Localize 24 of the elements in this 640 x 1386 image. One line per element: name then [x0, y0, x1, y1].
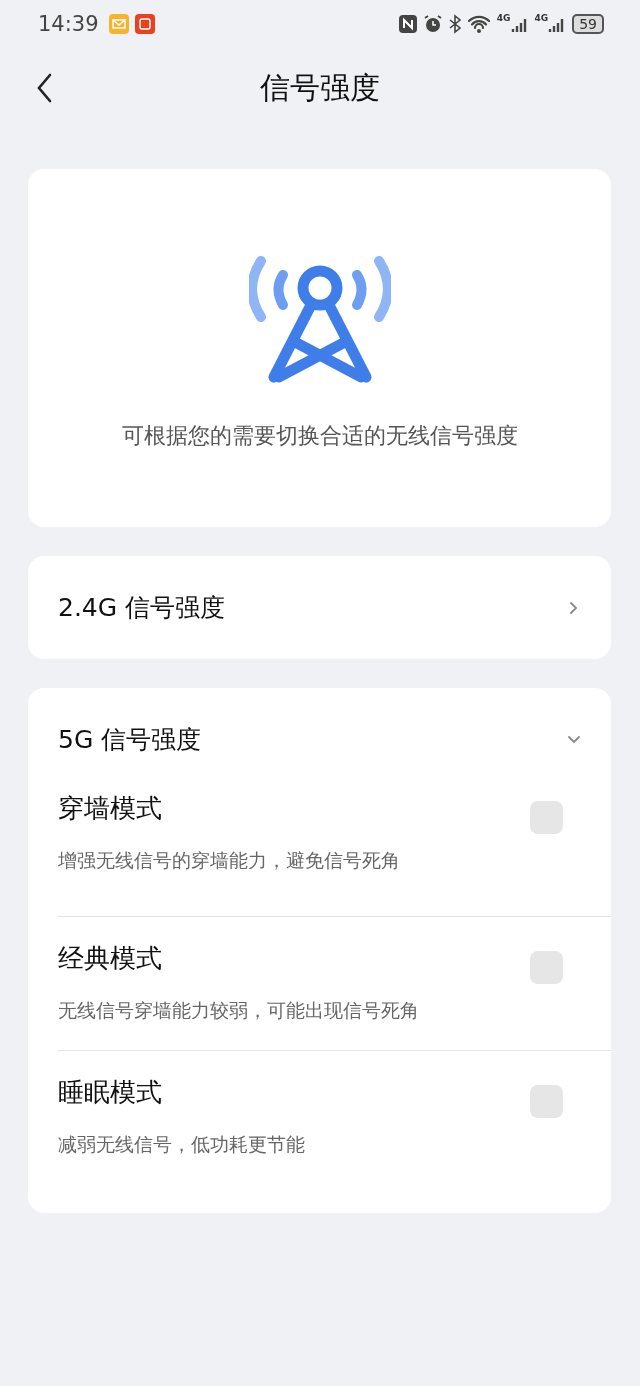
mode-name: 睡眠模式 [58, 1076, 163, 1109]
band-label[interactable]: 5G 信号强度 [58, 723, 567, 756]
band-label[interactable]: 2.4G 信号强度 [58, 591, 567, 624]
battery-level: 59 [572, 14, 604, 34]
bluetooth-icon [448, 14, 461, 34]
mode-description: 减弱无线信号，低功耗更节能 [58, 1132, 306, 1157]
mode-checkbox[interactable] [530, 801, 563, 834]
mode-checkbox[interactable] [530, 1085, 563, 1118]
page-title: 信号强度 [260, 68, 380, 107]
wifi-icon [466, 14, 491, 34]
mode-name: 穿墙模式 [58, 792, 163, 825]
mail-app-icon [108, 14, 129, 34]
network-type-label: 4G [534, 14, 549, 23]
mode-description: 增强无线信号的穿墙能力，避免信号死角 [58, 848, 401, 873]
antenna-tower-icon [248, 253, 391, 385]
mode-name: 经典模式 [58, 942, 163, 975]
nfc-icon [398, 15, 417, 33]
intro-description: 可根据您的需要切换合适的无线信号强度 [121, 422, 518, 450]
bank-app-icon [134, 14, 155, 34]
mode-description: 无线信号穿墙能力较弱，可能出现信号死角 [58, 998, 420, 1023]
alarm-icon [422, 14, 443, 34]
mode-checkbox[interactable] [530, 951, 563, 984]
network-type-label: 4G [496, 14, 511, 23]
status-time: 14:39 [38, 12, 99, 36]
